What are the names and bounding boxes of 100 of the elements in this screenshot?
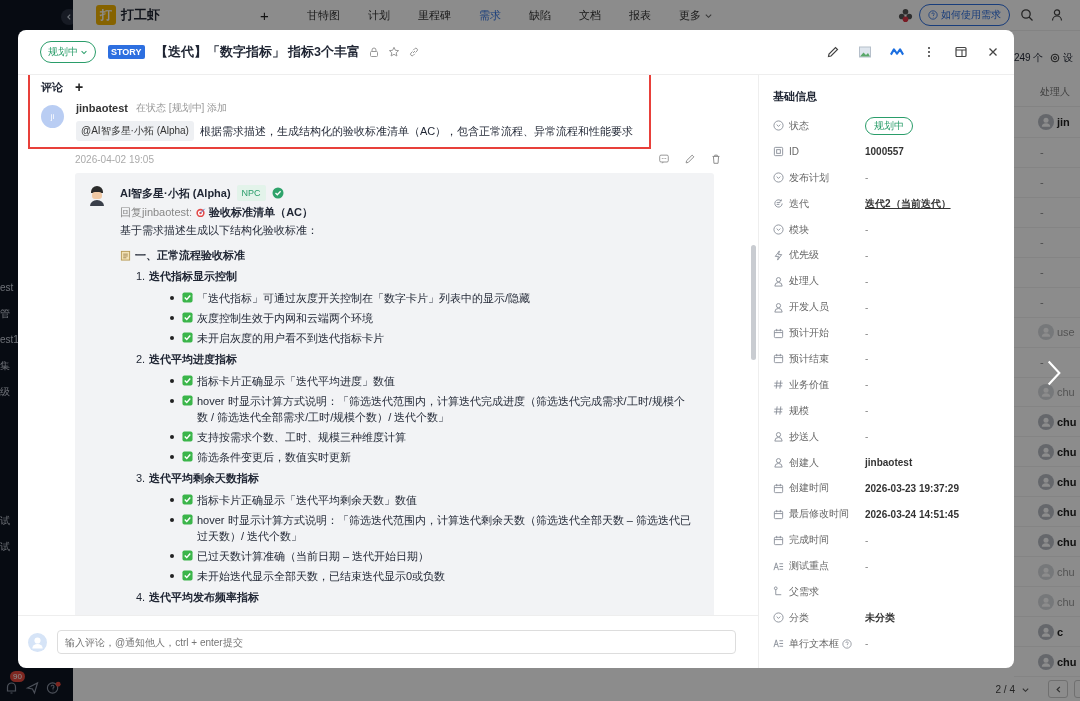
caret-icon bbox=[80, 48, 88, 56]
field-value: - bbox=[865, 431, 869, 443]
search-icon[interactable] bbox=[1020, 8, 1034, 22]
help-icon[interactable] bbox=[842, 638, 852, 649]
user-icon[interactable] bbox=[1050, 8, 1064, 22]
chevron-icon bbox=[773, 224, 784, 235]
send-icon[interactable] bbox=[25, 681, 40, 695]
nav-tab[interactable]: 需求 bbox=[478, 7, 501, 23]
field-value: 2026-03-23 19:37:29 bbox=[865, 482, 959, 494]
sidebar-item[interactable]: 试 bbox=[0, 508, 18, 534]
criterion-text: hover 时显示计算方式说明：「筛选迭代范围内，计算迭代完成进度（筛选迭代完成需求/工时/规模个数 / 筛选迭代全部需求/工时/规模个数）/ 迭代个数」 bbox=[197, 394, 686, 425]
bullet-icon bbox=[170, 554, 174, 558]
field-label: 开发人员 bbox=[789, 300, 829, 315]
flower-icon[interactable] bbox=[898, 7, 913, 23]
field-label: 迭代 bbox=[789, 196, 809, 211]
nav-tab[interactable]: 更多 bbox=[678, 7, 701, 23]
chevron-icon bbox=[773, 172, 784, 184]
criterion-text: hover 时显示计算方式说明：「筛选迭代范围内，计算迭代剩余天数（筛选迭代全部天数 – 筛选迭代已过天数）/ 迭代个数」 bbox=[197, 513, 692, 544]
field-value: jinbaotest bbox=[865, 457, 913, 468]
nav-tab[interactable]: 计划 bbox=[367, 7, 390, 23]
iteration-link[interactable]: 迭代2（当前迭代） bbox=[865, 196, 951, 211]
calendar-icon bbox=[773, 508, 784, 520]
person-icon bbox=[773, 275, 784, 287]
nav-tab[interactable]: 报表 bbox=[628, 7, 651, 23]
field-value: - bbox=[865, 275, 869, 287]
scrollbar[interactable] bbox=[751, 245, 756, 360]
nav-tab[interactable]: 文档 bbox=[578, 7, 601, 23]
sidebar-item[interactable]: 试 bbox=[0, 534, 18, 560]
chevron-left-icon bbox=[65, 13, 73, 21]
sidebar-item[interactable]: est bbox=[0, 275, 18, 301]
sidebar-item[interactable]: 集 bbox=[0, 353, 18, 379]
nav-tab[interactable]: 缺陷 bbox=[528, 7, 551, 23]
target-icon bbox=[195, 206, 207, 218]
bell-icon[interactable] bbox=[4, 681, 19, 695]
help-icon[interactable] bbox=[46, 681, 61, 695]
bolt-icon bbox=[773, 249, 784, 261]
nav-tab[interactable]: 里程碑 bbox=[417, 7, 451, 23]
add-comment-button[interactable]: + bbox=[75, 80, 84, 94]
criterion-text: 指标卡片正确显示「迭代平均进度」数值 bbox=[197, 374, 396, 389]
bullet-icon bbox=[170, 316, 174, 320]
settings-icon[interactable] bbox=[1050, 53, 1061, 63]
calendar-icon bbox=[773, 482, 784, 494]
field-label: 父需求 bbox=[789, 584, 819, 599]
star-icon[interactable] bbox=[387, 46, 400, 58]
previous-page-button[interactable] bbox=[1048, 680, 1068, 698]
avatar-icon bbox=[1038, 533, 1054, 550]
bullet-icon bbox=[170, 336, 174, 340]
sidebar-item[interactable]: 管 bbox=[0, 301, 18, 327]
panel-heading: 基础信息 bbox=[773, 89, 818, 104]
field-label: 规模 bbox=[789, 403, 809, 418]
edit-icon[interactable] bbox=[826, 45, 840, 59]
check-icon bbox=[182, 451, 193, 462]
assignee-name: chu bbox=[1057, 535, 1077, 548]
window-icon[interactable] bbox=[954, 45, 968, 59]
settings-label[interactable]: 设 bbox=[1063, 51, 1074, 65]
bullet-icon bbox=[170, 379, 174, 383]
list-heading: 迭代平均发布频率指标 bbox=[149, 590, 260, 605]
sidebar-item[interactable]: est1 bbox=[0, 327, 18, 353]
criterion-text: 「迭代指标」可通过灰度开关控制在「数字卡片」列表中的显示/隐藏 bbox=[197, 291, 532, 306]
sidebar-item[interactable]: 级 bbox=[0, 379, 18, 405]
criterion-text: 指标卡片正确显示「迭代平均剩余天数」数值 bbox=[197, 493, 418, 508]
field-label: 抄送人 bbox=[789, 429, 819, 444]
check-icon bbox=[182, 375, 193, 386]
iteration-icon bbox=[773, 198, 784, 210]
image-icon[interactable] bbox=[858, 45, 872, 59]
nav-tab[interactable]: 甘特图 bbox=[306, 7, 340, 23]
bullet-icon bbox=[170, 399, 174, 403]
lock-icon[interactable] bbox=[367, 46, 380, 58]
field-value: - bbox=[865, 560, 869, 572]
delete-icon[interactable] bbox=[710, 153, 722, 165]
field-label: 状态 bbox=[789, 118, 809, 133]
avatar-icon bbox=[1038, 653, 1054, 670]
chevron-icon bbox=[773, 612, 784, 624]
field-label: 预计结束 bbox=[789, 351, 829, 366]
avatar-icon bbox=[1038, 114, 1054, 131]
person-icon bbox=[773, 457, 784, 468]
field-value: - bbox=[865, 353, 869, 365]
check-icon bbox=[182, 570, 193, 581]
reply-icon[interactable] bbox=[658, 153, 670, 165]
criterion-text: 筛选条件变更后，数值实时更新 bbox=[197, 450, 352, 465]
add-button[interactable]: + bbox=[260, 6, 269, 24]
field-value: 2026-03-24 14:51:45 bbox=[865, 508, 959, 520]
field-label: 测试重点 bbox=[789, 559, 829, 574]
help-button[interactable]: 如何使用需求 bbox=[919, 4, 1010, 26]
bot-name: AI智多星·小拓 (Alpha) bbox=[120, 186, 231, 201]
comment-text: 根据需求描述，生成结构化的验收标准清单（AC），包含正常流程、异常流程和性能要求 bbox=[199, 123, 634, 139]
comments-heading: 评论 bbox=[41, 79, 63, 95]
tree-icon bbox=[773, 586, 784, 598]
field-value: - bbox=[865, 534, 869, 546]
bullet-icon bbox=[170, 498, 174, 502]
reply-title: 验收标准清单（AC） bbox=[209, 205, 314, 220]
comment-input[interactable]: 输入评论，@通知他人，ctrl + enter提交 bbox=[57, 630, 736, 654]
page-indicator: 2 / 4 bbox=[995, 683, 1015, 695]
field-label: 创建时间 bbox=[789, 481, 829, 496]
field-value: 未分类 bbox=[865, 610, 895, 625]
status-dropdown[interactable]: 规划中 bbox=[40, 41, 96, 63]
link-icon[interactable] bbox=[407, 46, 420, 58]
field-label: ID bbox=[789, 146, 799, 158]
app-name: 打工虾 bbox=[121, 6, 160, 24]
mention-chip[interactable]: @AI智多星·小拓 (Alpha) bbox=[76, 121, 194, 141]
